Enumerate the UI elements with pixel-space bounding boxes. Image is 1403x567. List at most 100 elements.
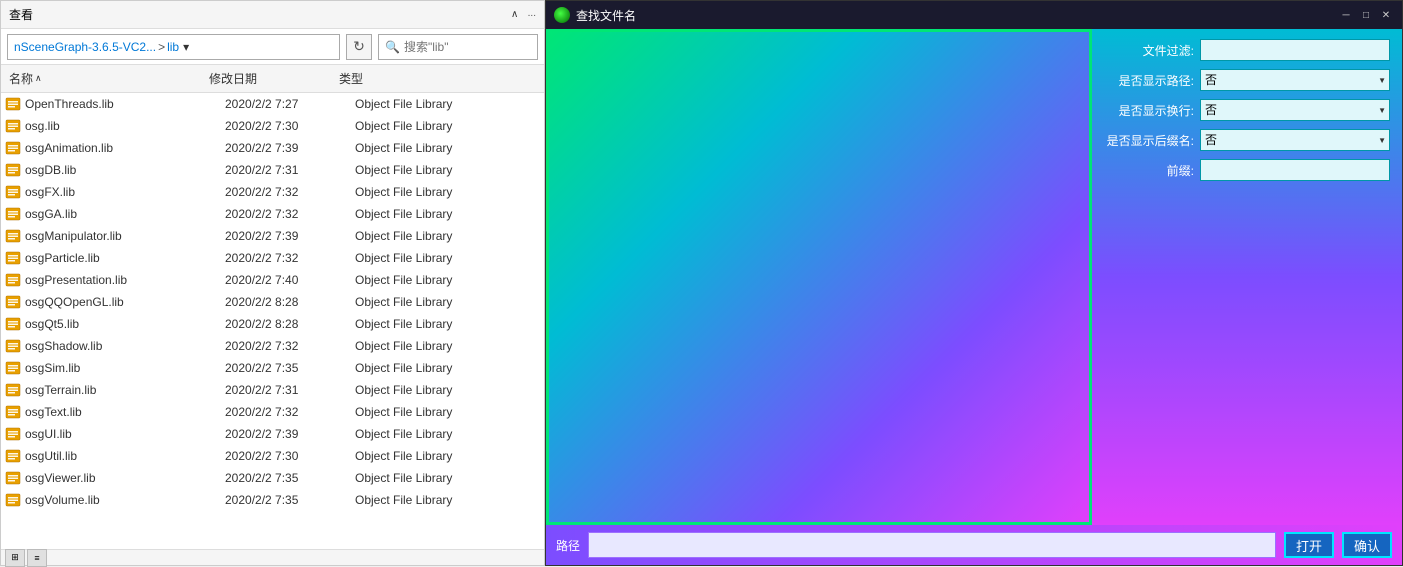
show-path-select-wrapper: 否 是 ▼ bbox=[1200, 69, 1390, 91]
file-icon bbox=[5, 250, 21, 266]
file-icon bbox=[5, 470, 21, 486]
show-exec-row: 是否显示换行: 否 是 ▼ bbox=[1104, 99, 1390, 121]
file-icon bbox=[5, 118, 21, 134]
prefix-input[interactable] bbox=[1200, 159, 1390, 181]
table-row[interactable]: osgAnimation.lib2020/2/2 7:39Object File… bbox=[1, 137, 544, 159]
file-date: 2020/2/2 7:32 bbox=[225, 185, 355, 199]
show-ext-select-wrapper: 否 是 ▼ bbox=[1200, 129, 1390, 151]
prefix-row: 前缀: bbox=[1104, 159, 1390, 181]
file-type: Object File Library bbox=[355, 229, 540, 243]
file-icon bbox=[5, 162, 21, 178]
file-date: 2020/2/2 7:30 bbox=[225, 449, 355, 463]
col-header-name[interactable]: 名称 ∧ bbox=[5, 70, 205, 87]
file-name: osgPresentation.lib bbox=[25, 273, 225, 287]
filter-label: 文件过滤: bbox=[1104, 42, 1194, 59]
show-path-label: 是否显示路径: bbox=[1104, 72, 1194, 89]
show-exec-select[interactable]: 否 是 bbox=[1200, 99, 1390, 121]
address-path-box[interactable]: nSceneGraph-3.6.5-VC2... > lib ▾ bbox=[7, 34, 340, 60]
explorer-expand-indicator: ... bbox=[528, 8, 536, 22]
table-row[interactable]: osg.lib2020/2/2 7:30Object File Library bbox=[1, 115, 544, 137]
file-name: osgViewer.lib bbox=[25, 471, 225, 485]
file-icon bbox=[5, 492, 21, 508]
dialog-maximize-btn[interactable]: □ bbox=[1358, 7, 1374, 23]
path-dropdown-icon[interactable]: ▾ bbox=[183, 40, 189, 54]
dialog-bottom: 路径 打开 确认 bbox=[546, 525, 1402, 565]
search-box[interactable]: 🔍 bbox=[378, 34, 538, 60]
file-name: osgQQOpenGL.lib bbox=[25, 295, 225, 309]
file-name: OpenThreads.lib bbox=[25, 97, 225, 111]
show-ext-select[interactable]: 否 是 bbox=[1200, 129, 1390, 151]
table-row[interactable]: osgTerrain.lib2020/2/2 7:31Object File L… bbox=[1, 379, 544, 401]
file-type: Object File Library bbox=[355, 119, 540, 133]
search-input[interactable] bbox=[404, 40, 531, 54]
table-row[interactable]: osgManipulator.lib2020/2/2 7:39Object Fi… bbox=[1, 225, 544, 247]
table-row[interactable]: osgQt5.lib2020/2/2 8:28Object File Libra… bbox=[1, 313, 544, 335]
file-icon bbox=[5, 382, 21, 398]
file-type: Object File Library bbox=[355, 207, 540, 221]
file-date: 2020/2/2 7:32 bbox=[225, 207, 355, 221]
file-date: 2020/2/2 8:28 bbox=[225, 317, 355, 331]
file-type: Object File Library bbox=[355, 493, 540, 507]
file-date: 2020/2/2 7:32 bbox=[225, 251, 355, 265]
search-icon: 🔍 bbox=[385, 40, 400, 54]
table-row[interactable]: osgPresentation.lib2020/2/2 7:40Object F… bbox=[1, 269, 544, 291]
open-button[interactable]: 打开 bbox=[1284, 532, 1334, 558]
path-input[interactable] bbox=[588, 532, 1276, 558]
table-row[interactable]: osgUI.lib2020/2/2 7:39Object File Librar… bbox=[1, 423, 544, 445]
show-path-row: 是否显示路径: 否 是 ▼ bbox=[1104, 69, 1390, 91]
path-prefix[interactable]: nSceneGraph-3.6.5-VC2... bbox=[14, 40, 156, 54]
file-type: Object File Library bbox=[355, 163, 540, 177]
col-header-type[interactable]: 类型 bbox=[335, 70, 540, 87]
file-icon bbox=[5, 404, 21, 420]
view-btn-grid[interactable]: ⊞ bbox=[5, 549, 25, 567]
explorer-panel: 查看 ∧ ... nSceneGraph-3.6.5-VC2... > lib … bbox=[0, 0, 545, 566]
explorer-collapse-btn[interactable]: ∧ bbox=[508, 8, 522, 22]
file-date: 2020/2/2 7:35 bbox=[225, 471, 355, 485]
table-row[interactable]: osgDB.lib2020/2/2 7:31Object File Librar… bbox=[1, 159, 544, 181]
file-name: osgAnimation.lib bbox=[25, 141, 225, 155]
table-row[interactable]: osgText.lib2020/2/2 7:32Object File Libr… bbox=[1, 401, 544, 423]
dialog-body: 文件过滤: 是否显示路径: 否 是 ▼ 是否显示换行: bbox=[546, 29, 1402, 525]
dialog-close-btn[interactable]: ✕ bbox=[1378, 7, 1394, 23]
file-date: 2020/2/2 7:35 bbox=[225, 493, 355, 507]
path-current[interactable]: lib bbox=[167, 40, 179, 54]
file-date: 2020/2/2 7:35 bbox=[225, 361, 355, 375]
file-name: osgUtil.lib bbox=[25, 449, 225, 463]
table-row[interactable]: osgParticle.lib2020/2/2 7:32Object File … bbox=[1, 247, 544, 269]
dialog-title-bar: 查找文件名 ─ □ ✕ bbox=[546, 1, 1402, 29]
file-date: 2020/2/2 8:28 bbox=[225, 295, 355, 309]
table-row[interactable]: osgShadow.lib2020/2/2 7:32Object File Li… bbox=[1, 335, 544, 357]
confirm-button[interactable]: 确认 bbox=[1342, 532, 1392, 558]
file-icon bbox=[5, 228, 21, 244]
table-row[interactable]: osgUtil.lib2020/2/2 7:30Object File Libr… bbox=[1, 445, 544, 467]
file-icon bbox=[5, 272, 21, 288]
gradient-preview bbox=[546, 29, 1092, 525]
file-name: osgUI.lib bbox=[25, 427, 225, 441]
file-type: Object File Library bbox=[355, 295, 540, 309]
table-row[interactable]: osgFX.lib2020/2/2 7:32Object File Librar… bbox=[1, 181, 544, 203]
file-type: Object File Library bbox=[355, 427, 540, 441]
file-name: osg.lib bbox=[25, 119, 225, 133]
file-type: Object File Library bbox=[355, 383, 540, 397]
dialog-minimize-btn[interactable]: ─ bbox=[1338, 7, 1354, 23]
view-btn-list[interactable]: ≡ bbox=[27, 549, 47, 567]
table-row[interactable]: osgViewer.lib2020/2/2 7:35Object File Li… bbox=[1, 467, 544, 489]
column-headers: 名称 ∧ 修改日期 类型 bbox=[1, 65, 544, 93]
table-row[interactable]: osgGA.lib2020/2/2 7:32Object File Librar… bbox=[1, 203, 544, 225]
file-date: 2020/2/2 7:27 bbox=[225, 97, 355, 111]
file-list[interactable]: OpenThreads.lib2020/2/2 7:27Object File … bbox=[1, 93, 544, 549]
table-row[interactable]: osgQQOpenGL.lib2020/2/2 8:28Object File … bbox=[1, 291, 544, 313]
file-name: osgTerrain.lib bbox=[25, 383, 225, 397]
file-date: 2020/2/2 7:39 bbox=[225, 141, 355, 155]
table-row[interactable]: OpenThreads.lib2020/2/2 7:27Object File … bbox=[1, 93, 544, 115]
file-name: osgQt5.lib bbox=[25, 317, 225, 331]
filter-input[interactable] bbox=[1200, 39, 1390, 61]
file-name: osgShadow.lib bbox=[25, 339, 225, 353]
horizontal-scrollbar[interactable]: ⊞ ≡ bbox=[1, 549, 544, 565]
col-header-date[interactable]: 修改日期 bbox=[205, 70, 335, 87]
table-row[interactable]: osgSim.lib2020/2/2 7:35Object File Libra… bbox=[1, 357, 544, 379]
table-row[interactable]: osgVolume.lib2020/2/2 7:35Object File Li… bbox=[1, 489, 544, 511]
refresh-button[interactable]: ↻ bbox=[346, 34, 372, 60]
show-path-select[interactable]: 否 是 bbox=[1200, 69, 1390, 91]
file-date: 2020/2/2 7:31 bbox=[225, 383, 355, 397]
